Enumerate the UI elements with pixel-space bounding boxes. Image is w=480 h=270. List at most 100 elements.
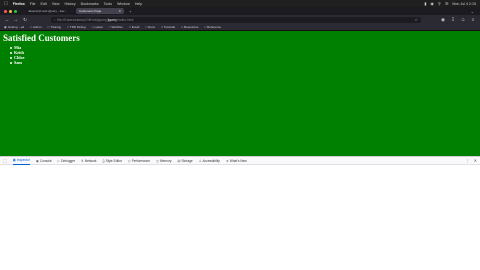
close-tab-icon[interactable]: ✕ (118, 9, 121, 13)
bookmark-item[interactable]: ▣ Getting ...ed (4, 25, 24, 29)
control-center-icon[interactable]: ☰ (445, 1, 449, 6)
bookmark-folder[interactable]: □ Tutorials (161, 25, 175, 29)
bookmark-label: Latest (94, 25, 103, 29)
storage-icon: ▤ (177, 158, 181, 163)
menu-window[interactable]: Window (117, 2, 130, 6)
folder-icon: □ (160, 25, 163, 29)
bookmark-label: Admin (33, 25, 42, 29)
back-icon[interactable]: ← (4, 17, 10, 22)
page-info-icon[interactable]: ▫ (54, 18, 55, 22)
tab-performance[interactable]: ◴ Performance (128, 157, 150, 165)
zoom-window-button[interactable] (14, 9, 17, 13)
folder-icon: □ (47, 25, 50, 29)
tab-label: Console (39, 158, 52, 163)
bookmark-folder[interactable]: □ Reference (204, 25, 221, 29)
bookmark-folder[interactable]: □ Email (129, 25, 139, 29)
folder-icon: □ (204, 25, 207, 29)
tab-memory[interactable]: ◫ Memory (156, 157, 172, 165)
tab-label: Debugger (61, 158, 76, 163)
bookmark-label: Tutorials (163, 25, 176, 29)
element-picker-icon[interactable]: ⬚ (3, 158, 7, 163)
menu-edit[interactable]: Edit (41, 2, 47, 6)
network-icon: ⇅ (81, 158, 84, 163)
apple-menu-icon[interactable]:  (4, 1, 8, 7)
menu-app-name[interactable]: Firefox (13, 2, 25, 6)
folder-icon: □ (30, 25, 32, 29)
list-item: Sam (10, 60, 477, 65)
bookmark-folder[interactable]: □ Docs (145, 25, 155, 29)
bookmark-label: Resources (184, 25, 199, 29)
bookmark-folder[interactable]: □ Latest (92, 25, 103, 29)
bookmark-folder[interactable]: □ Resources (181, 25, 198, 29)
menubar-clock[interactable]: Mon Jul 4 2:15 (452, 2, 476, 6)
forward-icon[interactable]: → (13, 17, 19, 22)
bookmark-star-icon[interactable]: ☆ (414, 17, 418, 22)
tab-label: Accessibility (202, 158, 220, 163)
bullet (10, 61, 12, 64)
devtools-panel: ⬚ ▦ Inspector ▣ Console ▷ Debugger ⇅ Network… (0, 156, 480, 270)
url-highlight: jquery (107, 17, 117, 22)
devtools-content (0, 165, 480, 270)
url-prefix: file:///Users/kkemp/GitHub/jquery/ (57, 17, 108, 22)
close-devtools-icon[interactable]: ✕ (474, 158, 477, 163)
tab-storage[interactable]: ▤ Storage (178, 157, 193, 165)
dock-options-icon[interactable]: ⋮ (466, 158, 470, 163)
search-icon[interactable]: ⚲ (438, 1, 441, 6)
app-menu-icon[interactable]: ≡ (470, 17, 476, 23)
menu-history[interactable]: History (64, 2, 75, 6)
minimize-window-button[interactable] (9, 9, 12, 13)
tab-console[interactable]: ▣ Console (36, 157, 52, 165)
browser-tab-strip: Javascript and jQuery - Jav... Customers… (0, 7, 480, 15)
console-icon: ▣ (35, 158, 39, 163)
inspector-icon: ▦ (12, 158, 16, 162)
close-window-button[interactable] (4, 9, 7, 13)
menubar-status-area: ▮ ◉ ⚲ ☰ Mon Jul 4 2:15 (424, 1, 476, 6)
devtools-right-controls: ⋮ ✕ (466, 158, 477, 163)
tab-label: Customers Page (79, 9, 102, 13)
bookmark-folder[interactable]: □ Training (48, 25, 62, 29)
customer-list: Mia Keith Chloe Sam (3, 45, 477, 65)
list-all-tabs-icon[interactable]: ⌄ (471, 9, 474, 14)
menu-file[interactable]: File (30, 2, 36, 6)
menu-bookmarks[interactable]: Bookmarks (81, 2, 99, 6)
pocket-icon[interactable]: ◉ (440, 17, 446, 23)
url-text[interactable]: file:///Users/kkemp/GitHub/jquery/jquery… (57, 18, 133, 22)
url-suffix: /index.html (117, 17, 134, 22)
folder-icon: □ (145, 25, 148, 29)
wifi-icon[interactable]: ◉ (430, 1, 434, 6)
tab-customers-page[interactable]: Customers Page ✕ (76, 8, 124, 14)
account-icon[interactable]: ☺ (460, 17, 466, 23)
folder-icon: □ (108, 25, 111, 29)
tab-javascript-jquery[interactable]: Javascript and jQuery - Jav... (25, 8, 73, 14)
bookmark-label: WebDev (111, 25, 123, 29)
bookmark-folder[interactable]: □ Admin (30, 25, 41, 29)
folder-icon: □ (128, 25, 131, 29)
bookmark-folder[interactable]: □ WebDev (109, 25, 123, 29)
bookmark-label: Training (50, 25, 62, 29)
url-bar[interactable]: ▫ file:///Users/kkemp/GitHub/jquery/jque… (51, 16, 421, 23)
downloads-icon[interactable]: ↧ (450, 17, 456, 23)
tab-label: Javascript and jQuery - Jav... (28, 9, 67, 13)
menu-view[interactable]: View (52, 2, 60, 6)
tab-style-editor[interactable]: {} Style Editor (102, 157, 121, 165)
style-editor-icon: {} (102, 158, 105, 163)
folder-icon: □ (91, 25, 94, 29)
tab-debugger[interactable]: ▷ Debugger (58, 157, 75, 165)
menu-tools[interactable]: Tools (104, 2, 112, 6)
bullet (10, 51, 12, 54)
menu-help[interactable]: Help (135, 2, 142, 6)
page-heading: Satisfied Customers (3, 33, 80, 43)
tab-network[interactable]: ⇅ Network (81, 157, 96, 165)
tab-accessibility[interactable]: ♙ Accessibility (199, 157, 220, 165)
bookmark-icon: ▣ (4, 25, 7, 29)
new-tab-icon[interactable]: + (129, 9, 131, 14)
tab-label: Network (84, 158, 97, 163)
tab-label: Memory (159, 158, 172, 163)
reload-icon[interactable]: ↻ (22, 17, 28, 23)
tab-inspector[interactable]: ▦ Inspector (12, 157, 30, 165)
bullet (10, 46, 12, 49)
tab-whats-new[interactable]: ★ What's New (226, 157, 247, 165)
memory-icon: ◫ (155, 158, 159, 163)
bookmark-folder[interactable]: □ TDD Debug (67, 25, 86, 29)
battery-icon[interactable]: ▮ (424, 1, 426, 6)
